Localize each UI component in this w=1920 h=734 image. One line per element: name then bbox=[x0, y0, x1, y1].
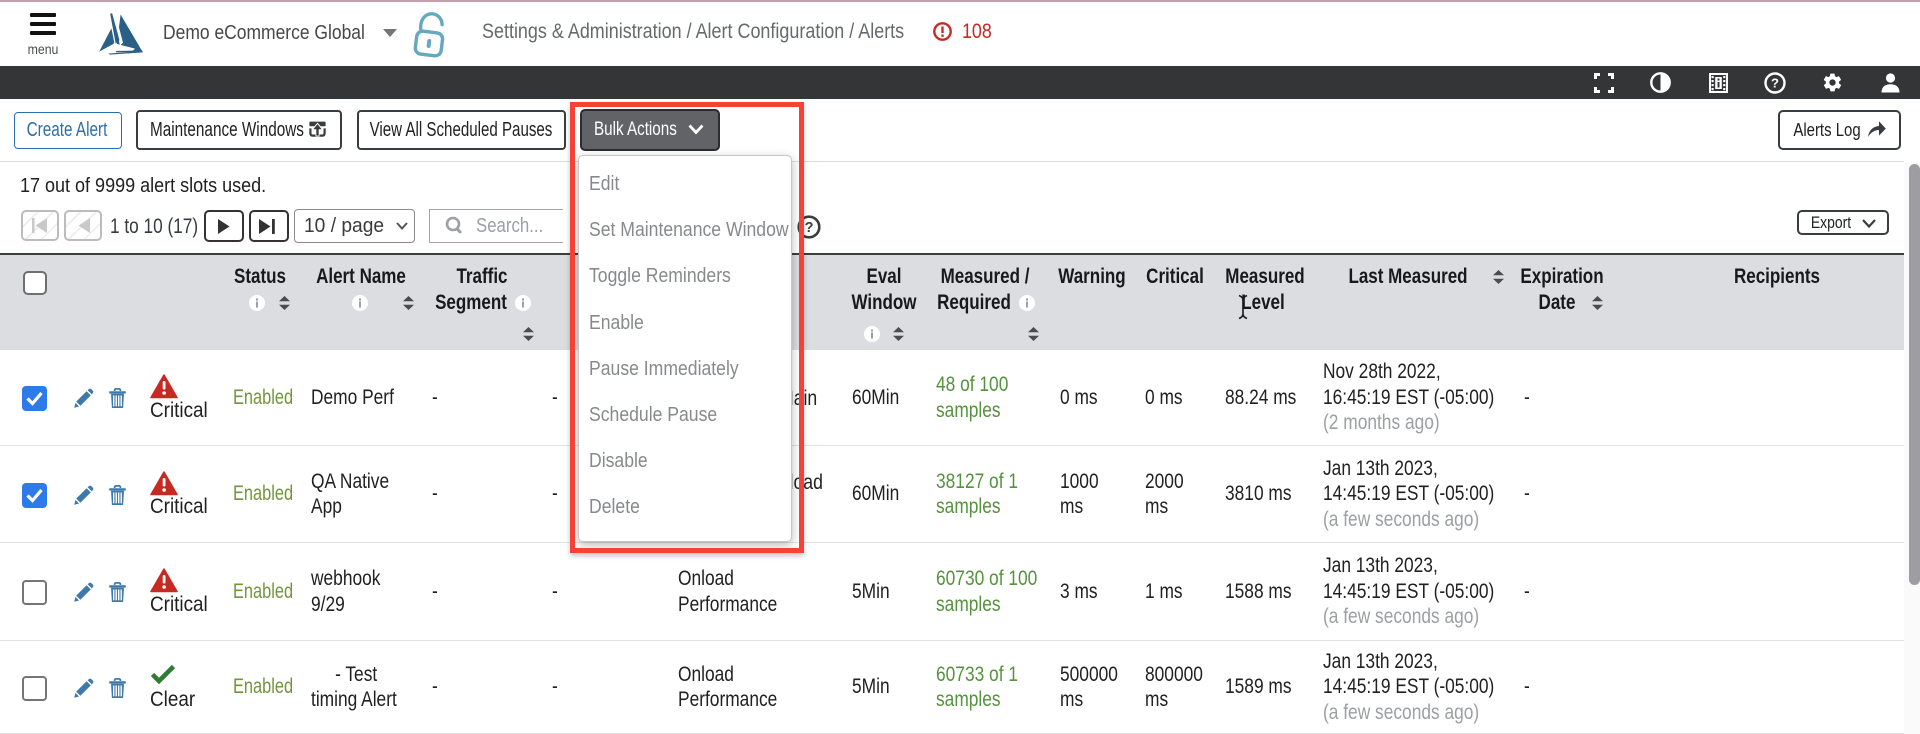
svg-text:?: ? bbox=[1771, 76, 1779, 91]
svg-text:?: ? bbox=[805, 220, 814, 236]
